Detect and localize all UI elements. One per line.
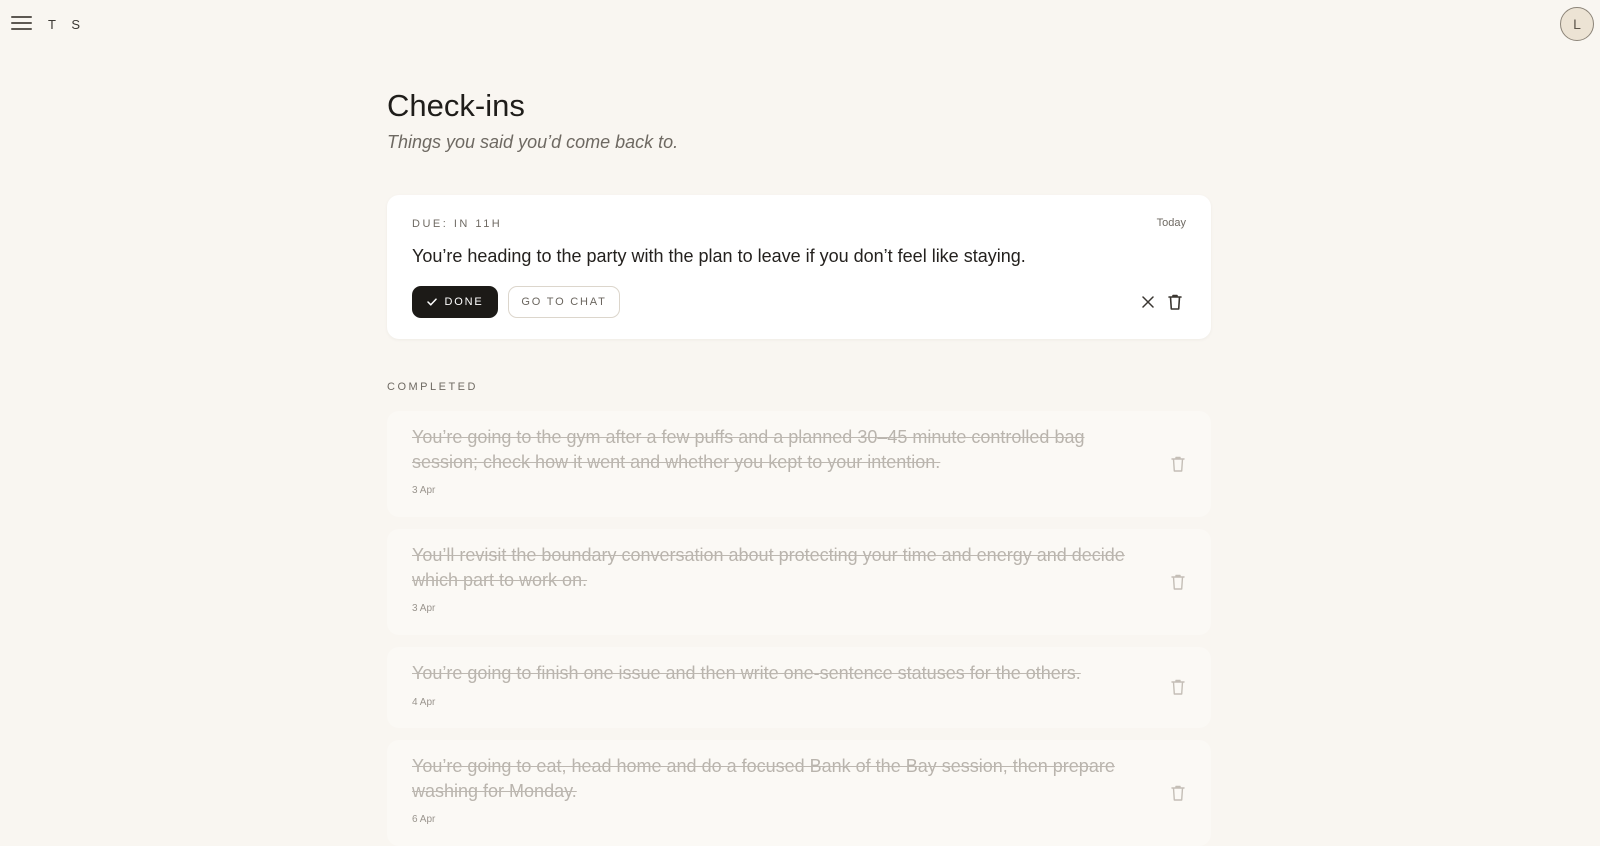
completed-item-text: You’re going to eat, head home and do a …: [412, 756, 1115, 801]
completed-item-date: 4 Apr: [412, 697, 436, 708]
completed-section-label: COMPLETED: [387, 381, 478, 393]
dismiss-button[interactable]: [1139, 293, 1157, 311]
completed-item-text: You’re going to finish one issue and the…: [412, 663, 1081, 683]
completed-item-text: You’ll revisit the boundary conversation…: [412, 545, 1125, 590]
top-bar: T S L: [0, 0, 1600, 50]
due-date-label: Today: [1156, 217, 1186, 229]
trash-icon: [1168, 294, 1182, 310]
brand-logo: T S: [48, 17, 86, 32]
done-button[interactable]: DONE: [412, 286, 498, 318]
page-subtitle: Things you said you’d come back to.: [387, 132, 679, 152]
completed-item: You’ll revisit the boundary conversation…: [387, 529, 1211, 635]
trash-icon: [1171, 679, 1185, 695]
go-to-chat-button[interactable]: GO TO CHAT: [508, 286, 620, 318]
delete-button[interactable]: [1166, 292, 1184, 312]
trash-icon: [1171, 785, 1185, 801]
delete-button[interactable]: [1170, 573, 1186, 591]
delete-button[interactable]: [1170, 455, 1186, 473]
close-icon: [1142, 296, 1154, 308]
avatar[interactable]: L: [1560, 7, 1594, 41]
completed-item-date: 3 Apr: [412, 485, 436, 496]
completed-item-date: 6 Apr: [412, 814, 436, 825]
trash-icon: [1171, 574, 1185, 590]
delete-button[interactable]: [1170, 678, 1186, 696]
page-title: Check-ins: [387, 88, 525, 123]
completed-item: You’re going to finish one issue and the…: [387, 647, 1211, 728]
completed-item: You’re going to eat, head home and do a …: [387, 740, 1211, 846]
completed-item: You’re going to the gym after a few puff…: [387, 411, 1211, 517]
done-button-label: DONE: [444, 296, 484, 308]
delete-button[interactable]: [1170, 784, 1186, 802]
trash-icon: [1171, 456, 1185, 472]
active-checkin-card: DUE: IN 11H Today You’re heading to the …: [387, 195, 1211, 339]
hamburger-menu-icon[interactable]: [11, 15, 32, 32]
completed-item-text: You’re going to the gym after a few puff…: [412, 427, 1085, 472]
due-label: DUE: IN 11H: [412, 218, 503, 230]
completed-item-date: 3 Apr: [412, 603, 436, 614]
checkin-text: You’re heading to the party with the pla…: [412, 246, 1026, 266]
check-icon: [426, 298, 437, 306]
